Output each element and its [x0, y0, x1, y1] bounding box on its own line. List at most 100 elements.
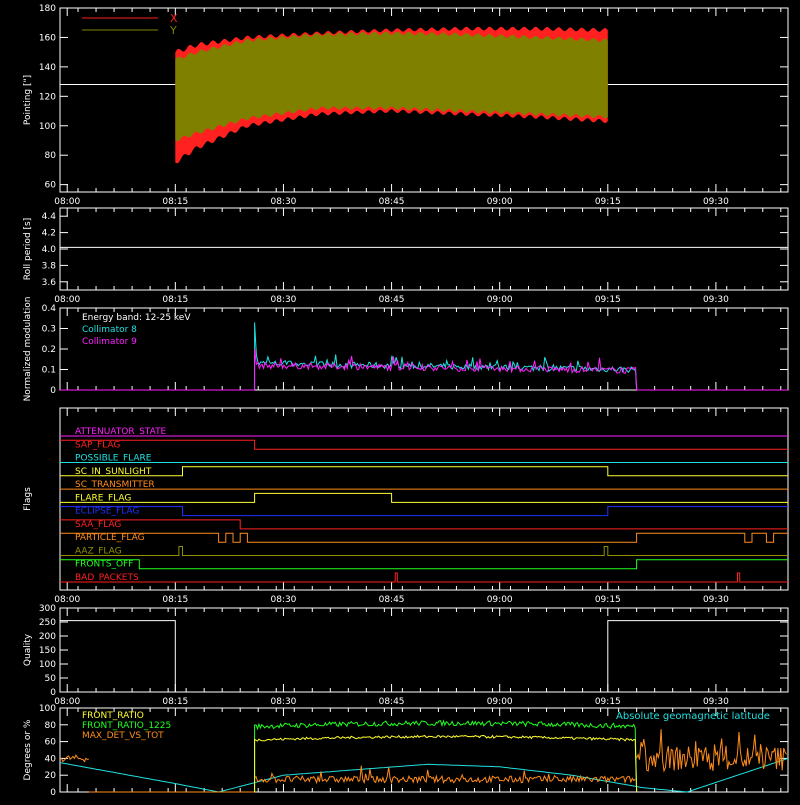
- x-tick-label: 09:00: [487, 697, 513, 707]
- flag-label-saa-flag: SAA_FLAG: [75, 520, 121, 530]
- flag-line-sap-flag: [60, 439, 788, 450]
- y-tick-label: 0.3: [42, 325, 56, 335]
- y-tick-label: 0.4: [42, 304, 57, 314]
- flag-label-eclipse-flag: ECLIPSE_FLAG: [75, 507, 139, 517]
- flag-label-aaz-flag: AAZ_FLAG: [75, 546, 122, 556]
- y-tick-label: 180: [39, 4, 56, 14]
- y-tick-label: 100: [39, 704, 56, 714]
- flag-label-sc-in-sunlight: SC_IN_SUNLIGHT: [75, 467, 152, 477]
- flag-label-particle-flag: PARTICLE_FLAG: [75, 533, 145, 543]
- x-tick-label: 09:15: [595, 295, 621, 305]
- y-tick-label: 0: [50, 386, 56, 396]
- y-tick-label: 150: [39, 646, 56, 656]
- flag-line-flare-flag: [60, 492, 788, 503]
- flag-line-aaz-flag: [60, 546, 788, 556]
- y-tick-label: 80: [45, 721, 57, 731]
- y-axis-label: Normalized modulation: [23, 297, 33, 402]
- flag-line-bad-packets: [60, 572, 788, 583]
- flag-label-bad-packets: BAD_PACKETS: [75, 573, 139, 583]
- degrees-legend-entry: FRONT_RATIO_1225: [82, 721, 171, 731]
- flag-label-sap-flag: SAP_FLAG: [75, 440, 120, 450]
- y-tick-label: 0.1: [42, 366, 56, 376]
- max-det-vs-tot-line: [254, 765, 636, 785]
- y-tick-label: 60: [45, 181, 57, 191]
- x-tick-label: 08:00: [54, 295, 80, 305]
- flag-line-particle-flag: [60, 532, 788, 543]
- x-tick-label: 08:00: [54, 595, 80, 605]
- flag-line-saa-flag: [60, 519, 788, 530]
- x-tick-label: 09:00: [487, 197, 513, 207]
- x-tick-label: 08:00: [54, 197, 80, 207]
- x-tick-label: 08:15: [162, 595, 188, 605]
- modulation-legend-entry: Collimator 8: [82, 325, 137, 335]
- summary-plot: 08:00 08:15 08:30 08:45 09:00 09:15 09:30 60 80 1…: [23, 4, 789, 798]
- y-tick-label: 0.2: [42, 345, 56, 355]
- y-tick-label: 4.4: [42, 212, 57, 222]
- y-tick-label: 4.2: [42, 229, 56, 239]
- flag-line-eclipse-flag: [60, 506, 788, 517]
- x-tick-label: 08:30: [270, 595, 296, 605]
- x-tick-label: 09:15: [595, 197, 621, 207]
- y-axis-label: Roll period [s]: [23, 218, 33, 280]
- x-tick-label: 09:30: [703, 295, 729, 305]
- y-axis-label: Pointing ["]: [23, 75, 33, 125]
- x-tick-label: 08:30: [270, 697, 296, 707]
- front-ratio-line: [254, 734, 638, 793]
- x-tick-label: 08:30: [270, 295, 296, 305]
- y-tick-label: 60: [45, 738, 57, 748]
- y-axis-label: Quality: [23, 633, 33, 666]
- y-tick-label: 250: [39, 618, 56, 628]
- flag-label-flare-flag: FLARE_FLAG: [75, 493, 131, 503]
- y-tick-label: 100: [39, 660, 56, 670]
- max-det-vs-tot-line: [636, 729, 788, 773]
- flag-line-sc-in-sunlight: [60, 466, 788, 477]
- y-axis-label: Degrees or %: [23, 719, 33, 780]
- y-tick-label: 0: [50, 788, 56, 798]
- x-tick-label: 09:30: [703, 197, 729, 207]
- y-tick-label: 300: [39, 604, 56, 614]
- x-tick-label: 08:15: [162, 295, 188, 305]
- y-axis-label: Flags: [23, 487, 33, 511]
- modulation-legend-title: Energy band: 12-25 keV: [82, 313, 191, 323]
- x-tick-label: 08:15: [162, 197, 188, 207]
- y-tick-label: 3.8: [42, 261, 57, 271]
- y-tick-label: 80: [45, 151, 57, 161]
- x-tick-label: 09:00: [487, 295, 513, 305]
- flag-label-fronts-off: FRONTS_OFF: [75, 560, 133, 570]
- x-tick-label: 08:45: [379, 595, 405, 605]
- panel-frame: [59, 207, 789, 291]
- flag-label-sc-transmitter: SC_TRANSMITTER: [75, 480, 155, 490]
- x-tick-label: 09:30: [703, 595, 729, 605]
- x-tick-label: 09:15: [595, 595, 621, 605]
- y-tick-label: 20: [45, 771, 57, 781]
- x-tick-label: 08:45: [379, 697, 405, 707]
- x-tick-label: 08:45: [379, 295, 405, 305]
- degrees-legend-entry: MAX_DET_VS_TOT: [82, 731, 164, 741]
- y-tick-label: 50: [45, 674, 57, 684]
- y-tick-label: 200: [39, 632, 56, 642]
- degrees-legend-entry: FRONT_RATIO: [82, 711, 144, 721]
- flag-line-fronts-off: [60, 559, 788, 570]
- legend-label-y: Y: [169, 24, 177, 37]
- quality-line: [60, 620, 788, 693]
- modulation-legend-entry: Collimator 9: [82, 337, 137, 347]
- y-tick-label: 140: [39, 63, 56, 73]
- y-tick-label: 3.6: [42, 278, 57, 288]
- y-tick-label: 0: [50, 688, 56, 698]
- y-tick-label: 40: [45, 754, 57, 764]
- x-tick-label: 08:00: [54, 697, 80, 707]
- y-tick-label: 120: [39, 92, 56, 102]
- hessi-observing-summary: 08:00 08:15 08:30 08:45 09:00 09:15 09:30 60 80 1…: [0, 0, 800, 800]
- x-tick-label: 08:30: [270, 197, 296, 207]
- panel-frame: [59, 407, 789, 591]
- geomagnetic-latitude-legend: Absolute geomagnetic latitude: [616, 711, 770, 722]
- y-tick-label: 4.0: [42, 245, 57, 255]
- flag-label-attenuator-state: ATTENUATOR_STATE: [75, 427, 167, 437]
- y-tick-label: 100: [39, 122, 56, 132]
- x-tick-label: 08:45: [379, 197, 405, 207]
- x-tick-label: 08:15: [162, 697, 188, 707]
- modulation-series-8: [254, 322, 638, 391]
- x-tick-label: 09:00: [487, 595, 513, 605]
- flag-label-possible-flare: POSSIBLE_FLARE: [75, 454, 152, 464]
- y-tick-label: 160: [39, 33, 56, 43]
